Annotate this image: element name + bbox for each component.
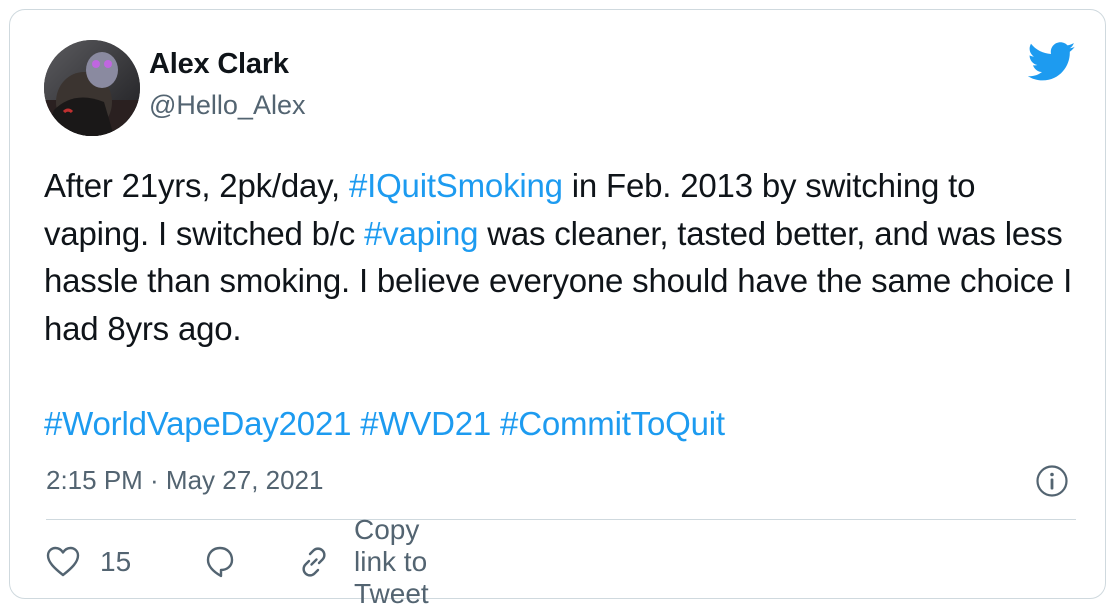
avatar[interactable] — [44, 40, 140, 136]
twitter-bird-icon[interactable] — [1027, 42, 1076, 82]
like-button[interactable]: 15 — [46, 542, 131, 582]
hashtag-link[interactable]: #WVD21 — [360, 405, 491, 442]
info-icon[interactable] — [1035, 464, 1069, 498]
tweet-timestamp[interactable]: 2:15 PM · May 27, 2021 — [46, 465, 323, 496]
heart-icon — [46, 546, 80, 578]
hashtag-link[interactable]: #vaping — [364, 215, 478, 252]
divider — [46, 519, 1076, 520]
hashtag-link[interactable]: #WorldVapeDay2021 — [44, 405, 351, 442]
link-icon — [296, 544, 332, 580]
reply-bubble-icon — [202, 544, 238, 580]
copy-link-button[interactable]: Copy link to Tweet — [296, 514, 429, 609]
author-name[interactable]: Alex Clark — [149, 48, 289, 81]
tweet-card: Alex Clark @Hello_Alex After 21yrs, 2pk/… — [9, 9, 1106, 609]
hashtag-link[interactable]: #IQuitSmoking — [349, 167, 563, 204]
tweet-text-segment: After 21yrs, 2pk/day, — [44, 167, 349, 204]
hashtag-line: #WorldVapeDay2021 #WVD21 #CommitToQuit — [44, 400, 1084, 448]
copy-link-label: Copy link to Tweet — [354, 514, 429, 609]
reply-button[interactable] — [202, 542, 238, 582]
avatar-photo — [44, 40, 140, 136]
like-count: 15 — [100, 546, 132, 577]
tweet-paragraph: After 21yrs, 2pk/day, #IQuitSmoking in F… — [44, 162, 1084, 352]
tweet-text: After 21yrs, 2pk/day, #IQuitSmoking in F… — [44, 162, 1084, 447]
hashtag-link[interactable]: #CommitToQuit — [500, 405, 725, 442]
author-handle[interactable]: @Hello_Alex — [149, 90, 305, 121]
